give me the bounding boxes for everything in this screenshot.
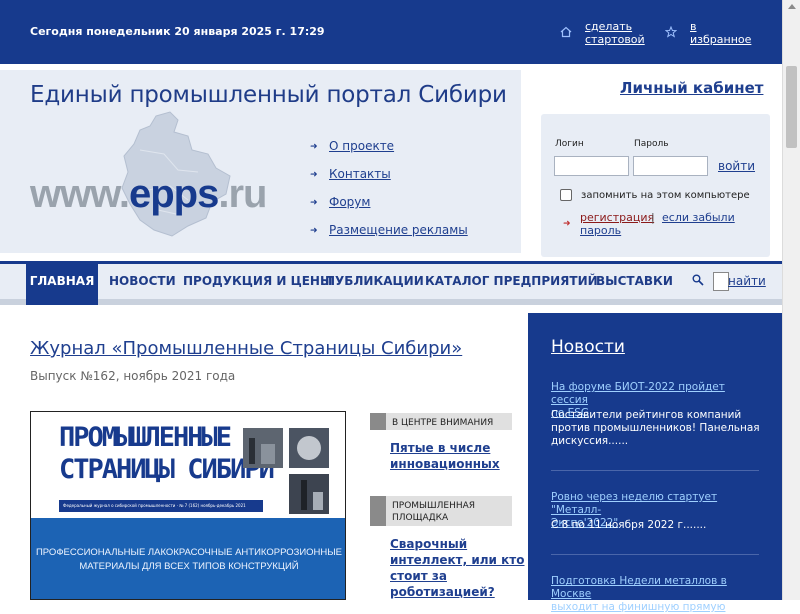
arrow-right-icon: ➜ — [310, 170, 318, 180]
star-icon[interactable] — [664, 25, 679, 40]
side-link-focus-line2: инновационных — [390, 457, 500, 471]
news-separator — [551, 554, 759, 555]
register-link[interactable]: регистрация — [580, 211, 654, 224]
menu-item-publications[interactable]: ПУБЛИКАЦИИ — [325, 274, 424, 288]
menu-bottom-border — [0, 299, 782, 305]
issue-number: Выпуск №162, ноябрь 2021 года — [30, 369, 236, 383]
arrow-right-icon: ➜ — [310, 226, 318, 236]
nav-forum-link[interactable]: Форум — [329, 195, 370, 209]
side-link-welding-line2: интеллект, или кто — [390, 553, 525, 567]
side-tag-industrial: ПРОМЫШЛЕННАЯ ПЛОЩАДКА — [370, 496, 512, 526]
arrow-right-icon: ➜ — [310, 142, 318, 152]
site-title: Единый промышленный портал Сибири — [30, 82, 507, 108]
login-label: Логин — [555, 139, 584, 149]
current-date: Сегодня понедельник 20 января 2025 г. 17… — [30, 25, 325, 38]
arrow-right-icon: ➜ — [310, 198, 318, 208]
favorites-line1: в — [690, 20, 697, 33]
scrollbar-thumb[interactable] — [786, 66, 797, 148]
password-label: Пароль — [634, 139, 669, 149]
news-link-line: выходит на финишную прямую — [551, 601, 726, 613]
add-to-favorites-link[interactable]: в избранное — [690, 20, 751, 46]
site-url-logo[interactable]: www.epps.ru — [30, 172, 267, 217]
search-icon — [692, 274, 704, 289]
cover-logo-line2: СТРАНИЦЫ СИБИРИ — [59, 454, 275, 485]
cover-ad-line2: МАТЕРИАЛЫ ДЛЯ ВСЕХ ТИПОВ КОНСТРУКЦИЙ — [79, 561, 299, 572]
side-link-welding-line4: роботизацией? — [390, 585, 495, 599]
news-text-line: Составители рейтингов компаний — [551, 409, 742, 421]
news-link-line: Ровно через неделю стартует "Металл- — [551, 491, 718, 516]
side-tag-industrial-line2: ПЛОЩАДКА — [392, 513, 449, 523]
menu-item-home[interactable]: ГЛАВНАЯ — [26, 264, 98, 305]
scroll-up-arrow-icon[interactable] — [788, 4, 796, 9]
login-submit-button[interactable]: войти — [718, 159, 755, 173]
side-link-focus[interactable]: Пятые в числе инновационных — [390, 440, 500, 472]
side-tag-industrial-line1: ПРОМЫШЛЕННАЯ — [392, 501, 476, 511]
nav-about-link[interactable]: О проекте — [329, 139, 394, 153]
favorites-line2: избранное — [690, 33, 752, 46]
home-icon[interactable] — [560, 26, 574, 40]
url-main: epps — [128, 172, 219, 216]
news-separator — [551, 470, 759, 471]
nav-ads-link[interactable]: Размещение рекламы — [329, 223, 468, 237]
news-link-line: Подготовка Недели металлов в Москве — [551, 575, 727, 600]
cover-ad-text: ПРОФЕССИОНАЛЬНЫЕ ЛАКОКРАСОЧНЫЕ АНТИКОРРО… — [31, 546, 345, 574]
news-item-link[interactable]: Подготовка Недели металлов в Москве выхо… — [551, 575, 761, 614]
news-text-line: против промышленников! Панельная — [551, 422, 760, 434]
remember-checkbox[interactable] — [560, 189, 572, 201]
top-bar: Сегодня понедельник 20 января 2025 г. 17… — [0, 0, 782, 64]
side-link-welding-line1: Сварочный — [390, 537, 468, 551]
page-scrollbar[interactable] — [782, 0, 800, 600]
news-title-link[interactable]: Новости — [551, 337, 625, 357]
cover-logo-line1: ПРОМЫШЛЕННЫЕ — [59, 422, 232, 453]
nav-contacts-link[interactable]: Контакты — [329, 167, 391, 181]
start-page-line2: стартовой — [585, 33, 645, 46]
side-link-focus-line1: Пятые в числе — [390, 441, 491, 455]
menu-item-exhibitions[interactable]: ВЫСТАВКИ — [596, 274, 673, 288]
arrow-right-icon: ➜ — [563, 219, 571, 229]
news-item-text: С 8 по 11 ноября 2022 г....... — [551, 519, 761, 532]
search-input[interactable] — [713, 272, 729, 291]
menu-item-products[interactable]: ПРОДУКЦИЯ И ЦЕНЫ — [183, 274, 332, 288]
url-prefix: www. — [30, 172, 130, 216]
news-link-line: На форуме БИОТ-2022 пройдет сессия — [551, 381, 725, 406]
make-start-page-link[interactable]: сделать стартовой — [585, 20, 645, 46]
forgot-password-link-line2[interactable]: пароль — [580, 224, 621, 237]
search-button[interactable]: найти — [728, 274, 766, 288]
password-input[interactable] — [633, 156, 708, 176]
journal-cover[interactable]: ПРОМЫШЛЕННЫЕ СТРАНИЦЫ СИБИРИ Федеральный… — [30, 411, 346, 600]
news-text-line: дискуссия...... — [551, 435, 629, 447]
news-item-text: Составители рейтингов компаний против пр… — [551, 409, 761, 448]
journal-title-link[interactable]: Журнал «Промышленные Страницы Сибири» — [30, 338, 462, 359]
menu-item-news[interactable]: НОВОСТИ — [109, 274, 176, 288]
cover-strip: Федеральный журнал о сибирской промышлен… — [59, 500, 263, 512]
menu-item-catalog[interactable]: КАТАЛОГ ПРЕДПРИЯТИЙ — [425, 274, 598, 288]
cover-ad-line1: ПРОФЕССИОНАЛЬНЫЕ ЛАКОКРАСОЧНЫЕ АНТИКОРРО… — [35, 547, 343, 558]
side-link-welding-line3: стоит за — [390, 569, 447, 583]
forgot-password-link[interactable]: если забыли — [662, 211, 735, 224]
login-separator: | — [651, 211, 655, 224]
login-box — [541, 114, 770, 257]
start-page-line1: сделать — [585, 20, 633, 33]
side-tag-focus: В ЦЕНТРЕ ВНИМАНИЯ — [370, 413, 512, 430]
login-input[interactable] — [554, 156, 629, 176]
url-suffix: .ru — [218, 172, 267, 216]
remember-label: запомнить на этом компьютере — [581, 190, 750, 201]
personal-cabinet-link[interactable]: Личный кабинет — [620, 79, 763, 97]
news-text-line: С 8 по 11 ноября 2022 г....... — [551, 519, 707, 531]
side-link-welding[interactable]: Сварочный интеллект, или кто стоит за ро… — [390, 536, 524, 600]
